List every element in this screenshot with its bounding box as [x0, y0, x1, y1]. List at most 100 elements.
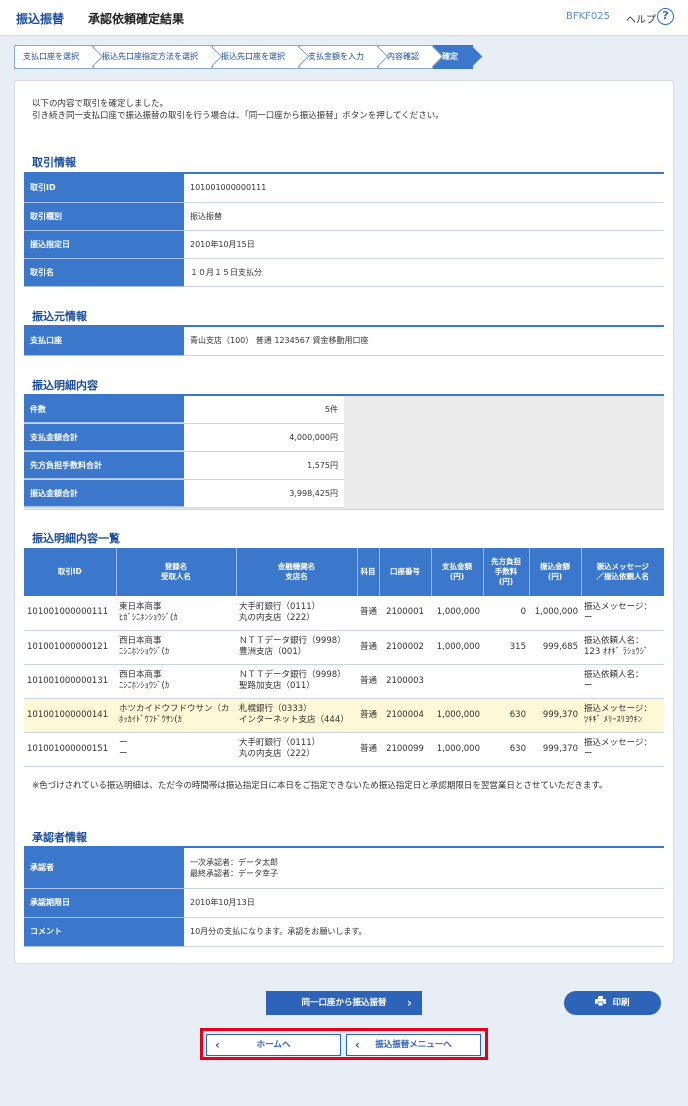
source-info-table: 支払口座 青山支店（100） 普通 1234567 資金移動用口座	[24, 327, 664, 356]
summary-table: 件数 5件 支払金額合計 4,000,000円 先方負担手数料合計 1,575円…	[24, 396, 664, 510]
value-payment-total: 4,000,000円	[184, 424, 344, 451]
cell-type: 普通	[357, 630, 379, 665]
cell-transfer: 999,685	[529, 630, 581, 665]
label-transfer-date: 振込指定日	[24, 230, 184, 259]
cell-type: 普通	[357, 664, 379, 699]
col-transaction-id: 取引ID	[24, 548, 116, 596]
cell-account: 2100002	[379, 630, 431, 665]
value-transaction-id: 101001000000111	[184, 174, 664, 203]
help-icon[interactable]: ?	[657, 8, 674, 25]
col-fee: 先方負担 手数料 (円)	[482, 548, 529, 596]
col-bank-name: 金融機関名 支店名	[235, 548, 357, 596]
table-row-highlighted: 101001000000141 ホツカイドウフドウサン（カ ﾎｯｶｲﾄﾞｳﾌﾄﾞｳ…	[24, 698, 664, 733]
label-transfer-total: 振込金額合計	[24, 480, 184, 507]
cell-bank: 大手町銀行（0111） 丸の内支店（222）	[236, 732, 357, 767]
cell-fee: 630	[483, 698, 529, 733]
col-message: 振込メッセージ ／振込依頼人名	[580, 548, 664, 596]
cell-account: 2100004	[379, 698, 431, 733]
cell-name: ーー	[116, 732, 236, 767]
cell-account: 2100099	[379, 732, 431, 767]
value-payment-account: 青山支店（100） 普通 1234567 資金移動用口座	[184, 327, 664, 356]
label-payment-total: 支払金額合計	[24, 424, 184, 451]
cell-transfer: 999,370	[529, 698, 581, 733]
col-registered-name: 登録名 受取人名	[115, 548, 236, 596]
label-transaction-name: 取引名	[24, 258, 184, 287]
cell-message: 振込メッセージ： ﾂｷｷﾞ ﾒﾘｰｽﾘﾖｳｷﾝ	[581, 698, 664, 733]
cell-type: 普通	[357, 698, 379, 733]
summary-title: 振込明細内容	[32, 379, 98, 392]
transfer-menu-button[interactable]: ‹ 振込振替メニューへ	[346, 1034, 481, 1056]
summary-row-count: 件数 5件	[24, 396, 344, 424]
label-comment: コメント	[24, 917, 184, 947]
cell-name: 西日本商事 ﾆｼﾆﾎﾝｼｮｳｼﾞ(ｶ	[116, 664, 236, 699]
value-transaction-name: １０月１５日支払分	[184, 258, 664, 287]
home-button[interactable]: ‹ ホームへ	[206, 1034, 341, 1056]
cell-id: 101001000000141	[24, 698, 116, 733]
cell-transfer: 999,370	[529, 732, 581, 767]
same-account-transfer-label: 同一口座から振込振替	[301, 998, 387, 1008]
transfer-menu-label: 振込振替メニューへ	[375, 1040, 452, 1050]
label-count: 件数	[24, 396, 184, 423]
summary-row-fee-total: 先方負担手数料合計 1,575円	[24, 452, 344, 480]
help-link[interactable]: ヘルプ	[626, 11, 656, 26]
detail-header-row: 取引ID 登録名 受取人名 金融機関名 支店名 科目 口座番号 支払金額 (円) 先方…	[24, 548, 664, 596]
value-transfer-total: 3,998,425円	[184, 480, 344, 507]
summary-row-payment-total: 支払金額合計 4,000,000円	[24, 424, 344, 452]
value-transfer-date: 2010年10月15日	[184, 230, 664, 259]
label-approver: 承認者	[24, 848, 184, 889]
cell-bank: 札幌銀行（0333） インターネット支店（444）	[236, 698, 357, 733]
cell-message: 振込依頼人名：ー	[581, 664, 664, 699]
detail-table: 取引ID 登録名 受取人名 金融機関名 支店名 科目 口座番号 支払金額 (円) 先方…	[24, 548, 664, 767]
print-button[interactable]: 印刷	[564, 991, 661, 1015]
cell-name: 西日本商事 ﾆｼﾆﾎﾝｼｮｳｼﾞ(ｶ	[116, 630, 236, 665]
home-label: ホームへ	[256, 1040, 291, 1050]
col-payment-amount: 支払金額 (円)	[430, 548, 483, 596]
label-transaction-type: 取引種別	[24, 202, 184, 231]
cell-id: 101001000000131	[24, 664, 116, 699]
table-row: 101001000000131 西日本商事 ﾆｼﾆﾎﾝｼｮｳｼﾞ(ｶ ＮＴＴデータ…	[24, 664, 664, 699]
intro-line-2: 引き続き同一支払口座で振込振替の取引を行う場合は、「同一口座から振込振替」ボタン…	[32, 111, 444, 121]
step-select-destination: 振込先口座を選択	[212, 45, 300, 69]
approver-info-title: 承認者情報	[32, 831, 87, 844]
top-bar: 振込振替 承認依頼確定結果 BFKF025 ヘルプ ?	[0, 0, 688, 36]
intro-line-1: 以下の内容で取引を確定しました。	[32, 99, 169, 109]
printer-icon	[595, 996, 607, 1007]
step-enter-amount: 支払金額を入力	[299, 45, 379, 69]
cell-type: 普通	[357, 732, 379, 767]
cell-message: 振込メッセージ：ー	[581, 732, 664, 767]
cell-bank: ＮＴＴデータ銀行（9998） 聖路加支店（011）	[236, 664, 357, 699]
cell-name: ホツカイドウフドウサン（カ ﾎｯｶｲﾄﾞｳﾌﾄﾞｳｻﾝ(ｶ	[116, 698, 236, 733]
cell-message: 振込メッセージ：ー	[581, 596, 664, 631]
cell-account: 2100001	[379, 596, 431, 631]
value-fee-total: 1,575円	[184, 452, 344, 479]
label-payment-account: 支払口座	[24, 327, 184, 356]
cell-amount: 1,000,000	[431, 596, 483, 631]
detail-list-title: 振込明細内容一覧	[32, 532, 120, 545]
cell-amount: 1,000,000	[431, 732, 483, 767]
cell-amount: 1,000,000	[431, 698, 483, 733]
intro-message: 以下の内容で取引を確定しました。 引き続き同一支払口座で振込振替の取引を行う場合…	[32, 98, 444, 122]
cell-fee: 315	[483, 630, 529, 665]
label-approval-deadline: 承認期限日	[24, 888, 184, 918]
value-count: 5件	[184, 396, 344, 423]
approver-info-table: 承認者 一次承認者：データ太郎 最終承認者：データ幸子 承認期限日 2010年10月…	[24, 848, 664, 947]
same-account-transfer-button[interactable]: 同一口座から振込振替 ›	[266, 991, 422, 1015]
table-row: 101001000000151 ーー 大手町銀行（0111） 丸の内支店（222）…	[24, 732, 664, 767]
chevron-left-icon: ‹	[355, 1038, 360, 1052]
cell-account: 2100003	[379, 664, 431, 699]
cell-id: 101001000000121	[24, 630, 116, 665]
step-indicator: 支払口座を選択 振込先口座指定方法を選択 振込先口座を選択 支払金額を入力 内容…	[14, 45, 473, 69]
cell-bank: ＮＴＴデータ銀行（9998） 豊洲支店（001）	[236, 630, 357, 665]
chevron-left-icon: ‹	[215, 1038, 220, 1052]
step-select-method: 振込先口座指定方法を選択	[93, 45, 213, 69]
print-label: 印刷	[612, 998, 630, 1008]
cell-fee: 630	[483, 732, 529, 767]
value-approval-deadline: 2010年10月13日	[184, 888, 664, 918]
col-account-type: 科目	[356, 548, 379, 596]
cell-fee: 0	[483, 596, 529, 631]
cell-id: 101001000000111	[24, 596, 116, 631]
cell-amount: 1,000,000	[431, 630, 483, 665]
label-transaction-id: 取引ID	[24, 174, 184, 203]
app-name[interactable]: 振込振替	[16, 10, 64, 27]
highlight-note: ※色づけされている振込明細は、ただ今の時間帯は振込指定日に本日をご指定できないた…	[32, 781, 608, 791]
